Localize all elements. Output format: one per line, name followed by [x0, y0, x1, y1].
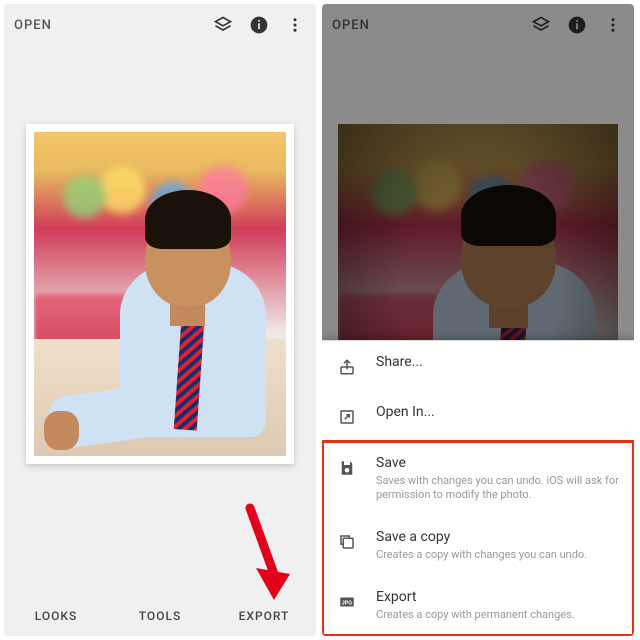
sheet-export-sub: Creates a copy with permanent changes. [376, 608, 620, 623]
save-icon [336, 457, 358, 479]
image-canvas[interactable] [26, 124, 294, 464]
info-icon[interactable] [566, 14, 588, 36]
sheet-save-group: Save Saves with changes you can undo. iO… [322, 441, 634, 636]
sheet-export[interactable]: JPG Export Creates a copy with permanent… [322, 576, 634, 636]
jpg-icon: JPG [336, 591, 358, 613]
open-button[interactable]: OPEN [332, 18, 516, 33]
top-bar: OPEN [322, 4, 634, 46]
sheet-save-title: Save [376, 455, 620, 471]
svg-text:JPG: JPG [342, 600, 353, 606]
layers-icon[interactable] [212, 14, 234, 36]
phone-left: OPEN LOOKS TOOLS EXPORT [4, 4, 316, 636]
sheet-save-copy[interactable]: Save a copy Creates a copy with changes … [322, 516, 634, 576]
sheet-export-title: Export [376, 589, 620, 605]
save-copy-icon [336, 531, 358, 553]
sheet-share-label: Share... [376, 354, 620, 370]
tab-export[interactable]: EXPORT [212, 596, 316, 636]
layers-icon[interactable] [530, 14, 552, 36]
edited-photo [34, 132, 286, 456]
sheet-save-copy-title: Save a copy [376, 529, 620, 545]
top-bar: OPEN [4, 4, 316, 46]
sheet-save[interactable]: Save Saves with changes you can undo. iO… [322, 442, 634, 517]
more-icon[interactable] [284, 14, 306, 36]
open-in-icon [336, 406, 358, 428]
open-button[interactable]: OPEN [14, 18, 198, 33]
annotation-arrow [244, 502, 290, 602]
sheet-open-in-label: Open In... [376, 404, 620, 420]
phone-right: OPEN S [322, 4, 634, 636]
export-sheet: Share... Open In... Save Saves with chan… [322, 340, 634, 636]
sheet-save-sub: Saves with changes you can undo. iOS wil… [376, 474, 620, 504]
more-icon[interactable] [602, 14, 624, 36]
tab-looks[interactable]: LOOKS [4, 596, 108, 636]
tab-tools[interactable]: TOOLS [108, 596, 212, 636]
info-icon[interactable] [248, 14, 270, 36]
sheet-share[interactable]: Share... [322, 341, 634, 391]
sheet-save-copy-sub: Creates a copy with changes you can undo… [376, 548, 620, 563]
share-icon [336, 356, 358, 378]
bottom-tabs: LOOKS TOOLS EXPORT [4, 596, 316, 636]
sheet-open-in[interactable]: Open In... [322, 391, 634, 441]
